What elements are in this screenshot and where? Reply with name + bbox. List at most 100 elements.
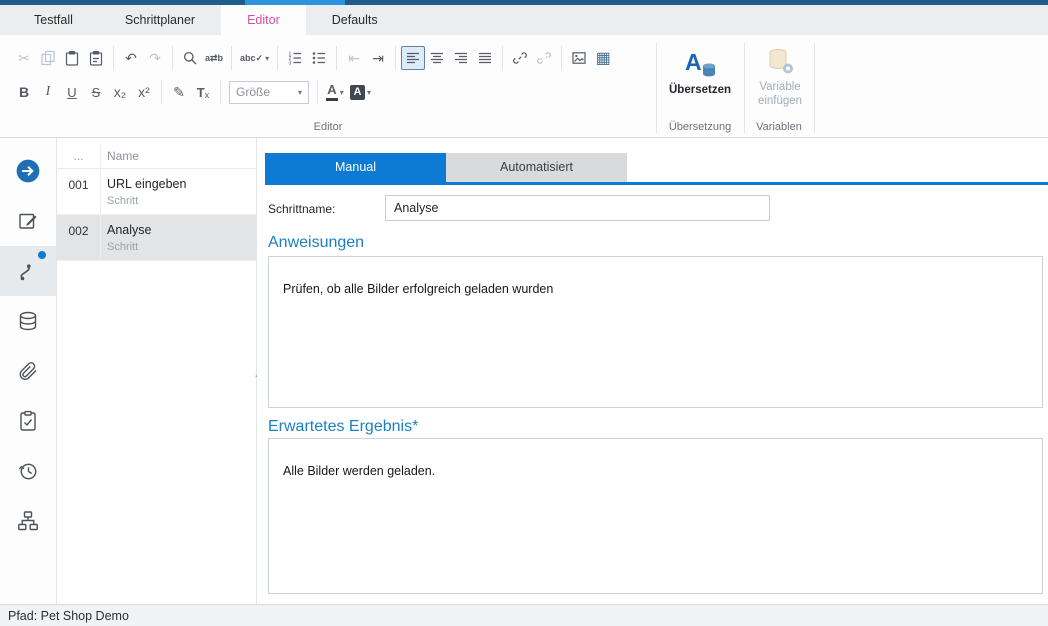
database-icon [16, 309, 40, 333]
status-bar: Pfad: Pet Shop Demo [0, 604, 1048, 626]
replace-icon[interactable]: a⇄b [202, 46, 226, 70]
ribbon-tab-defaults[interactable]: Defaults [306, 5, 404, 35]
outdent-icon: ⇤ [342, 46, 366, 70]
edit-icon [16, 209, 40, 233]
sidebar-item-data[interactable] [0, 296, 56, 346]
step-name-label: Schrittname: [268, 202, 335, 216]
ribbon-tab-schrittplaner[interactable]: Schrittplaner [99, 5, 221, 35]
copy-icon [36, 46, 60, 70]
insert-image-icon[interactable] [567, 46, 591, 70]
font-color-button[interactable]: A ▾ [323, 80, 347, 104]
align-left-icon[interactable] [401, 46, 425, 70]
clear-formatting-icon[interactable]: T x [191, 80, 215, 104]
svg-text:A: A [685, 49, 702, 75]
underline-icon[interactable]: U [60, 80, 84, 104]
fill-color-icon: A [350, 85, 365, 100]
step-list-panel: ... Name 001 URL eingeben Schritt 002 An… [57, 138, 257, 604]
ribbon-separator [317, 80, 318, 104]
numbered-list-icon[interactable]: 123 [283, 46, 307, 70]
indent-icon[interactable]: ⇥ [366, 46, 390, 70]
unlink-icon [532, 46, 556, 70]
font-color-icon: A [326, 83, 337, 100]
sidebar-item-attachments[interactable] [0, 346, 56, 396]
step-list-row[interactable]: 001 URL eingeben Schritt [57, 169, 256, 215]
step-number: 001 [57, 169, 101, 214]
step-detail-panel: Manual Automatisiert Schrittname: Anweis… [257, 138, 1048, 604]
step-list-header: ... Name [57, 144, 256, 169]
variable-icon [765, 46, 795, 76]
ribbon: ✂ ↶ ↷ a⇄b abc✓ ▾ [0, 35, 1048, 138]
subscript-icon[interactable]: x₂ [108, 80, 132, 104]
hierarchy-icon [16, 509, 40, 533]
translate-icon: A [682, 46, 718, 80]
step-list-row-selected[interactable]: 002 Analyse Schritt [57, 215, 256, 261]
step-list-header-id: ... [57, 144, 101, 168]
bold-icon[interactable]: B [12, 80, 36, 104]
undo-icon[interactable]: ↶ [119, 46, 143, 70]
ribbon-tab-editor[interactable]: Editor [221, 5, 306, 35]
paste-special-icon[interactable] [84, 46, 108, 70]
clear-formatting-t: T [197, 85, 205, 100]
superscript-icon[interactable]: x² [132, 80, 156, 104]
chevron-down-icon: ▾ [367, 88, 371, 97]
ribbon-row-2: B I U S x₂ x² ✎ T x Größe ▾ A ▾ A [12, 79, 374, 105]
tab-automatisiert[interactable]: Automatisiert [446, 153, 627, 182]
ribbon-separator [502, 46, 503, 70]
ribbon-tab-testfall[interactable]: Testfall [8, 5, 99, 35]
insert-table-icon[interactable]: ▦ [591, 46, 615, 70]
ribbon-separator [161, 80, 162, 104]
svg-text:3: 3 [289, 60, 292, 66]
step-number: 002 [57, 215, 101, 260]
align-justify-icon[interactable] [473, 46, 497, 70]
step-type: Schritt [107, 241, 151, 253]
sidebar-item-navigate[interactable] [0, 146, 56, 196]
link-icon[interactable] [508, 46, 532, 70]
ribbon-group-separator [814, 43, 815, 133]
fill-color-button[interactable]: A ▾ [347, 80, 374, 104]
chevron-down-icon: ▾ [298, 88, 302, 97]
instructions-heading: Anweisungen [268, 234, 364, 252]
redo-icon: ↷ [143, 46, 167, 70]
ribbon-group-label-variables: Variablen [744, 121, 814, 133]
navigate-icon [15, 158, 41, 184]
search-icon[interactable] [178, 46, 202, 70]
format-painter-icon[interactable]: ✎ [167, 80, 191, 104]
ribbon-tabbar: Testfall Schrittplaner Editor Defaults [0, 5, 1048, 35]
detail-tabs: Manual Automatisiert [265, 153, 627, 182]
notification-dot [38, 251, 46, 259]
step-name: URL eingeben [107, 177, 186, 191]
expected-result-editor[interactable]: Alle Bilder werden geladen. [268, 438, 1043, 594]
instructions-editor[interactable]: Prüfen, ob alle Bilder erfolgreich gelad… [268, 256, 1043, 408]
ribbon-separator [561, 46, 562, 70]
ribbon-separator [113, 46, 114, 70]
attachment-icon [16, 359, 40, 383]
application-window: Testfall Schrittplaner Editor Defaults ✂… [0, 0, 1048, 626]
steps-icon [16, 259, 40, 283]
paste-icon[interactable] [60, 46, 84, 70]
sidebar-item-structure[interactable] [0, 496, 56, 546]
align-center-icon[interactable] [425, 46, 449, 70]
strikethrough-icon[interactable]: S [84, 80, 108, 104]
sidebar-item-edit[interactable] [0, 196, 56, 246]
ribbon-group-label-translation: Übersetzung [656, 121, 744, 133]
align-right-icon[interactable] [449, 46, 473, 70]
chevron-down-icon: ▾ [340, 88, 344, 97]
sidebar-item-steps[interactable] [0, 246, 56, 296]
sidebar-item-checklist[interactable] [0, 396, 56, 446]
tab-manual[interactable]: Manual [265, 153, 446, 182]
ribbon-group-separator [744, 43, 745, 133]
ribbon-group-label-editor: Editor [0, 121, 656, 133]
font-size-dropdown[interactable]: Größe ▾ [229, 81, 309, 104]
italic-icon[interactable]: I [36, 80, 60, 104]
ribbon-separator [277, 46, 278, 70]
ribbon-separator [172, 46, 173, 70]
status-path-text: Pfad: Pet Shop Demo [8, 609, 129, 623]
translate-button[interactable]: A Übersetzen [660, 43, 740, 96]
ribbon-separator [336, 46, 337, 70]
step-list-header-name: Name [101, 149, 139, 163]
sidebar-item-history[interactable] [0, 446, 56, 496]
bullet-list-icon[interactable] [307, 46, 331, 70]
step-name-input[interactable] [385, 195, 770, 221]
ribbon-separator [231, 46, 232, 70]
spellcheck-icon[interactable]: abc✓ ▾ [237, 46, 272, 70]
